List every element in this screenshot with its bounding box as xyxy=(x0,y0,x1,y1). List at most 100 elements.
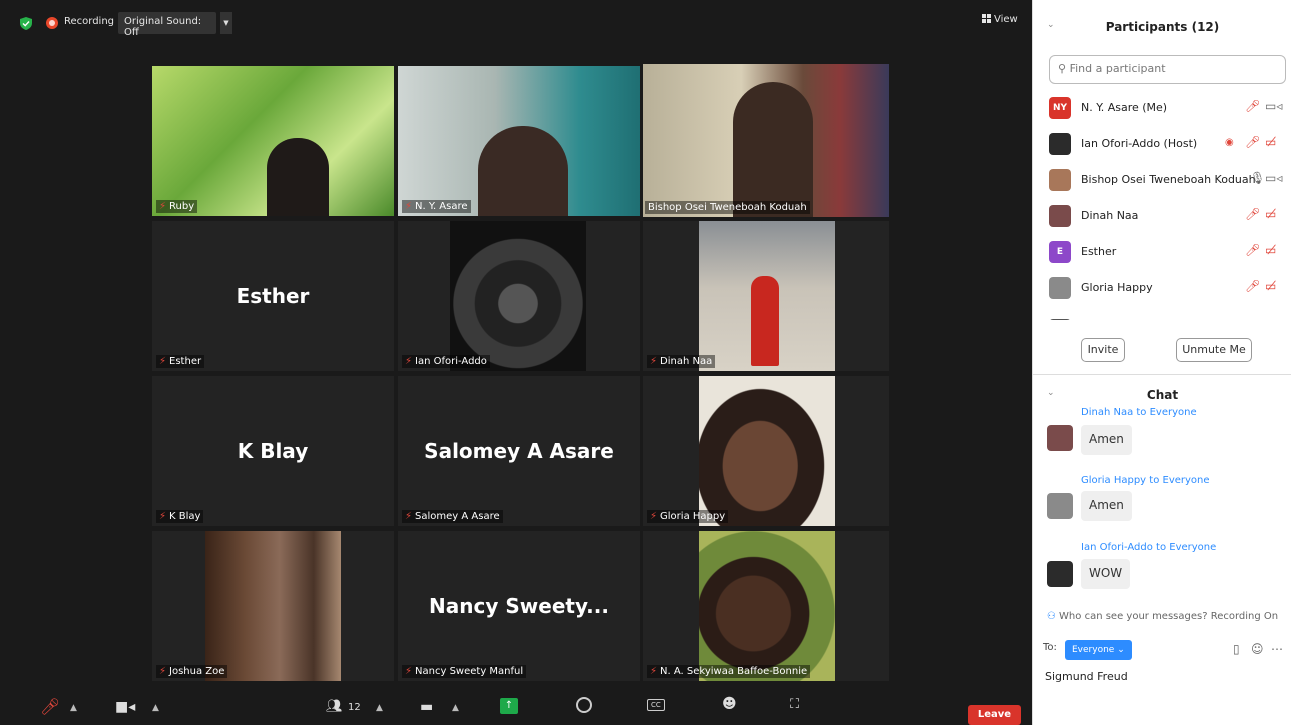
grid-icon xyxy=(982,14,991,23)
participant-row[interactable]: E Esther 🎤︎ ▭̸ xyxy=(1049,234,1289,270)
muted-mic-icon: ⚡ xyxy=(159,356,167,367)
muted-mic-icon[interactable]: 🎤︎ xyxy=(1245,243,1260,257)
closed-caption-icon[interactable]: CC xyxy=(647,699,665,711)
visibility-text: Who can see your messages? Recording On xyxy=(1059,611,1279,622)
video-off-icon[interactable]: ▭̸ xyxy=(1265,135,1276,149)
message-sender: Ian Ofori-Addo to Everyone xyxy=(1081,542,1217,553)
muted-mic-icon: ⚡ xyxy=(650,356,658,367)
tile-center-name: Esther xyxy=(236,284,310,308)
participant-row[interactable] xyxy=(1049,312,1289,320)
muted-mic-icon: ⚡ xyxy=(159,666,167,677)
mic-icon[interactable]: 🎙︎ xyxy=(1250,171,1265,185)
video-off-icon[interactable]: ▭̸ xyxy=(1265,243,1276,257)
muted-mic-icon: ⚡ xyxy=(650,666,658,677)
file-icon[interactable]: ▯ xyxy=(1233,642,1240,656)
muted-mic-icon[interactable]: 🎤︎ xyxy=(1245,207,1260,221)
muted-mic-icon: ⚡ xyxy=(405,511,413,522)
muted-mic-icon[interactable]: 🎤︎ xyxy=(1245,135,1260,149)
reactions-icon[interactable]: ☻ xyxy=(722,696,737,712)
record-icon[interactable] xyxy=(576,697,592,713)
participants-header: ⌄ Participants (12) xyxy=(1033,20,1291,50)
message-sender: Gloria Happy to Everyone xyxy=(1081,475,1210,486)
video-tile-esther[interactable]: Esther ⚡ Esther xyxy=(152,221,394,371)
chat-visibility-notice[interactable]: ⚇ Who can see your messages? Recording O… xyxy=(1033,611,1291,622)
chevron-up-icon[interactable]: ▲ xyxy=(70,703,77,713)
recipient-dropdown[interactable]: Everyone ⌄ xyxy=(1065,640,1132,660)
emoji-icon[interactable]: ☺ xyxy=(1251,642,1264,656)
participant-row[interactable]: Bishop Osei Tweneboah Koduah 🎙︎ ▭◃ xyxy=(1049,162,1289,198)
avatar xyxy=(1049,205,1071,227)
muted-mic-icon: ⚡ xyxy=(405,666,413,677)
participant-search-input[interactable]: ⚲ Find a participant xyxy=(1049,55,1286,84)
tile-name: Bishop Osei Tweneboah Koduah xyxy=(648,202,807,213)
video-tile-dinah-naa[interactable]: ⚡ Dinah Naa xyxy=(643,221,889,371)
tile-nametag: ⚡ N. Y. Asare xyxy=(402,200,471,213)
video-tile-joshua-zoe[interactable]: ⚡ Joshua Zoe xyxy=(152,531,394,681)
video-feed xyxy=(450,221,586,371)
message-bubble: Amen xyxy=(1081,425,1132,455)
chat-input[interactable]: Sigmund Freud xyxy=(1045,670,1128,683)
participant-name: Esther xyxy=(1081,245,1117,258)
video-feed xyxy=(699,531,835,681)
chevron-up-icon[interactable]: ▲ xyxy=(376,703,383,713)
tile-name: N. Y. Asare xyxy=(415,201,468,212)
muted-mic-icon[interactable]: 🎤︎ xyxy=(1245,279,1260,293)
avatar xyxy=(1047,425,1073,451)
share-screen-icon[interactable]: ↑ xyxy=(500,698,518,714)
video-off-icon[interactable]: ▭̸ xyxy=(1265,279,1276,293)
participant-row[interactable]: Ian Ofori-Addo (Host) ◉ 🎤︎ ▭̸ xyxy=(1049,126,1289,162)
tile-nametag: ⚡ Joshua Zoe xyxy=(156,665,228,678)
participant-row[interactable]: Dinah Naa 🎤︎ ▭̸ xyxy=(1049,198,1289,234)
participant-name: Bishop Osei Tweneboah Koduah xyxy=(1081,173,1256,186)
video-tile-nancy-sweety-manful[interactable]: Nancy Sweety... ⚡ Nancy Sweety Manful xyxy=(398,531,640,681)
security-shield-icon[interactable] xyxy=(20,17,32,30)
apps-icon[interactable]: ⛶ xyxy=(790,697,799,712)
search-icon: ⚲ xyxy=(1058,62,1070,75)
chat-icon[interactable]: ▬ xyxy=(420,699,433,715)
muted-mic-icon: ⚡ xyxy=(650,511,658,522)
participant-row[interactable]: Gloria Happy 🎤︎ ▭̸ xyxy=(1049,270,1289,306)
tile-name: Joshua Zoe xyxy=(169,666,225,677)
video-tile-gloria-happy[interactable]: ⚡ Gloria Happy xyxy=(643,376,889,526)
video-tile-salomey-a-asare[interactable]: Salomey A Asare ⚡ Salomey A Asare xyxy=(398,376,640,526)
participant-row[interactable]: NY N. Y. Asare (Me) 🎤︎ ▭◃ xyxy=(1049,90,1289,126)
unmute-me-button[interactable]: Unmute Me xyxy=(1176,338,1252,362)
more-icon[interactable]: ⋯ xyxy=(1271,642,1283,656)
chevron-down-icon[interactable]: ⌄ xyxy=(1047,388,1055,398)
chevron-up-icon[interactable]: ▲ xyxy=(152,703,159,713)
invite-button[interactable]: Invite xyxy=(1081,338,1125,362)
participant-figure xyxy=(733,82,813,217)
tile-name: Ruby xyxy=(169,201,195,212)
video-tile-bishop-osei[interactable]: Bishop Osei Tweneboah Koduah xyxy=(643,64,889,217)
avatar: NY xyxy=(1049,97,1071,119)
chevron-up-icon[interactable]: ▲ xyxy=(452,703,459,713)
unmute-mic-icon[interactable]: 🎤︎ xyxy=(40,697,60,716)
video-off-icon[interactable]: ▭̸ xyxy=(1265,207,1276,221)
chevron-down-icon[interactable]: ▼ xyxy=(220,12,232,34)
recording-icon[interactable] xyxy=(46,17,58,29)
muted-mic-icon: ⚡ xyxy=(405,356,413,367)
avatar xyxy=(1049,277,1071,299)
video-tile-ny-asare[interactable]: ⚡ N. Y. Asare xyxy=(398,66,640,216)
video-tile-k-blay[interactable]: K Blay ⚡ K Blay xyxy=(152,376,394,526)
participants-list: NY N. Y. Asare (Me) 🎤︎ ▭◃ Ian Ofori-Addo… xyxy=(1033,88,1291,320)
video-feed xyxy=(205,531,341,681)
video-tile-ian-ofori-addo[interactable]: ⚡ Ian Ofori-Addo xyxy=(398,221,640,371)
leave-button[interactable]: Leave xyxy=(968,705,1021,725)
muted-mic-icon[interactable]: 🎤︎ xyxy=(1245,99,1260,113)
tile-center-name: K Blay xyxy=(237,439,309,463)
video-camera-icon[interactable]: ■◂ xyxy=(115,699,135,715)
view-label: View xyxy=(994,14,1018,25)
original-sound-button[interactable]: Original Sound: Off xyxy=(118,12,216,38)
avatar xyxy=(1049,133,1071,155)
video-tile-n-a-sekyiwaa[interactable]: ⚡ N. A. Sekyiwaa Baffoe-Bonnie xyxy=(643,531,889,681)
video-camera-icon[interactable]: ▭◃ xyxy=(1265,99,1282,113)
chat-title: Chat xyxy=(1146,388,1179,402)
video-camera-icon[interactable]: ▭◃ xyxy=(1265,171,1282,185)
video-tile-ruby[interactable]: ⚡ Ruby xyxy=(152,66,394,216)
participant-name: Ian Ofori-Addo (Host) xyxy=(1081,137,1198,150)
chevron-down-icon[interactable]: ⌄ xyxy=(1047,20,1055,30)
view-button[interactable]: View xyxy=(982,14,1018,25)
tile-name: Dinah Naa xyxy=(660,356,713,367)
participants-icon[interactable]: 👥︎ xyxy=(326,699,343,714)
